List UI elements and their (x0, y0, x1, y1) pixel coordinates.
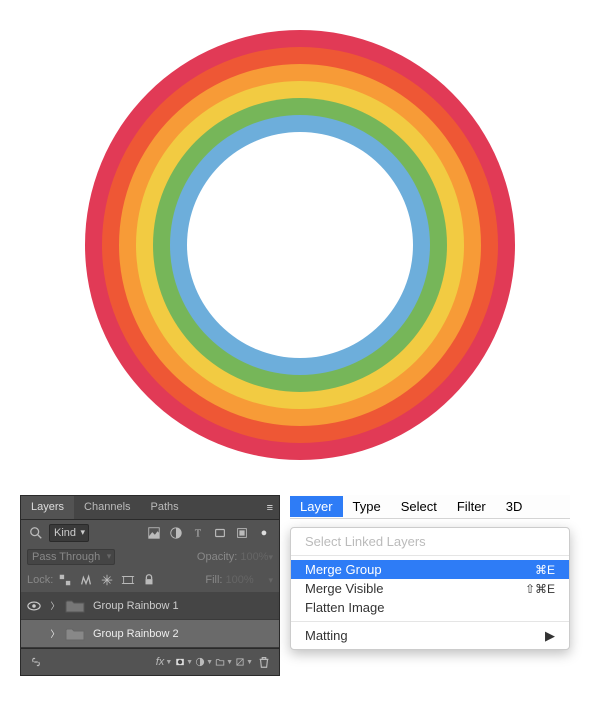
tab-paths[interactable]: Paths (141, 496, 189, 519)
menu-item-label: Merge Group (305, 562, 382, 577)
menu-item-label: Matting (305, 628, 348, 643)
panel-menu-icon[interactable]: ≡ (261, 496, 279, 519)
adjustment-layer-icon[interactable]: ▼ (195, 653, 213, 671)
layer-dropdown: Select Linked Layers Merge Group ⌘E Merg… (290, 527, 570, 650)
layer-list: 〉 Group Rainbow 1 〉 Group Rainbow 2 (21, 592, 279, 648)
menu-shortcut: ⇧⌘E (525, 582, 555, 596)
blend-opacity-row: Pass Through Opacity: 100%▾ (21, 546, 279, 568)
menu-select[interactable]: Select (391, 496, 447, 517)
document-canvas (0, 0, 600, 490)
menu-separator (291, 621, 569, 622)
new-group-icon[interactable]: ▼ (215, 653, 233, 671)
layers-panel: Layers Channels Paths ≡ Kind T ● Pass Th… (20, 495, 280, 676)
menu-type[interactable]: Type (343, 496, 391, 517)
lock-all-icon[interactable] (140, 571, 158, 589)
mask-icon[interactable]: ▼ (175, 653, 193, 671)
filter-type-icon[interactable]: T (189, 524, 207, 542)
opacity-label: Opacity: (197, 551, 237, 563)
search-icon[interactable] (27, 524, 45, 542)
rainbow-center (187, 132, 413, 358)
menu-separator (291, 555, 569, 556)
blend-mode-select[interactable]: Pass Through (27, 549, 115, 565)
menu-item-label: Merge Visible (305, 581, 384, 596)
filter-toggle-icon[interactable]: ● (255, 524, 273, 542)
filter-row: Kind T ● (21, 520, 279, 546)
new-layer-icon[interactable]: ▼ (235, 653, 253, 671)
filter-shape-icon[interactable] (211, 524, 229, 542)
menu-panel: Layer Type Select Filter 3D Select Linke… (290, 495, 570, 676)
layer-row[interactable]: 〉 Group Rainbow 1 (21, 592, 279, 620)
filter-adjustment-icon[interactable] (167, 524, 185, 542)
layer-name[interactable]: Group Rainbow 2 (93, 628, 279, 640)
menu-shortcut: ⌘E (535, 563, 555, 577)
lock-fill-row: Lock: Fill: 100%▾ (21, 568, 279, 592)
visibility-toggle[interactable] (21, 601, 47, 611)
lock-artboard-icon[interactable] (119, 571, 137, 589)
link-layers-icon[interactable] (27, 653, 45, 671)
menu-item-flatten[interactable]: Flatten Image (291, 598, 569, 617)
menu-3d[interactable]: 3D (496, 496, 533, 517)
menu-layer[interactable]: Layer (290, 496, 343, 517)
filter-pixel-icon[interactable] (145, 524, 163, 542)
layer-row[interactable]: 〉 Group Rainbow 2 (21, 620, 279, 648)
panel-footer: fx▼ ▼ ▼ ▼ ▼ (21, 648, 279, 675)
kind-filter-select[interactable]: Kind (49, 524, 89, 542)
menu-filter[interactable]: Filter (447, 496, 496, 517)
expand-toggle[interactable]: 〉 (47, 599, 63, 612)
svg-text:T: T (195, 529, 202, 540)
filter-smart-icon[interactable] (233, 524, 251, 542)
expand-toggle[interactable]: 〉 (47, 627, 63, 640)
menu-item-merge-group[interactable]: Merge Group ⌘E (291, 560, 569, 579)
fx-icon[interactable]: fx▼ (155, 653, 173, 671)
delete-layer-icon[interactable] (255, 653, 273, 671)
lock-transparency-icon[interactable] (56, 571, 74, 589)
panel-tabs: Layers Channels Paths ≡ (21, 496, 279, 520)
submenu-arrow-icon: ▶ (545, 628, 555, 644)
menu-item-matting[interactable]: Matting ▶ (291, 626, 569, 645)
menubar: Layer Type Select Filter 3D (290, 495, 570, 519)
lock-label: Lock: (27, 574, 53, 586)
tab-layers[interactable]: Layers (21, 496, 74, 519)
layer-name[interactable]: Group Rainbow 1 (93, 600, 279, 612)
tab-channels[interactable]: Channels (74, 496, 140, 519)
lock-position-icon[interactable] (98, 571, 116, 589)
menu-item-merge-visible[interactable]: Merge Visible ⇧⌘E (291, 579, 569, 598)
fill-label: Fill: (205, 574, 222, 586)
menu-item-select-linked: Select Linked Layers (291, 532, 569, 551)
lock-pixels-icon[interactable] (77, 571, 95, 589)
opacity-value[interactable]: 100% (240, 551, 268, 563)
folder-icon (63, 598, 87, 614)
folder-icon (63, 626, 87, 642)
fill-value[interactable]: 100% (225, 574, 265, 586)
